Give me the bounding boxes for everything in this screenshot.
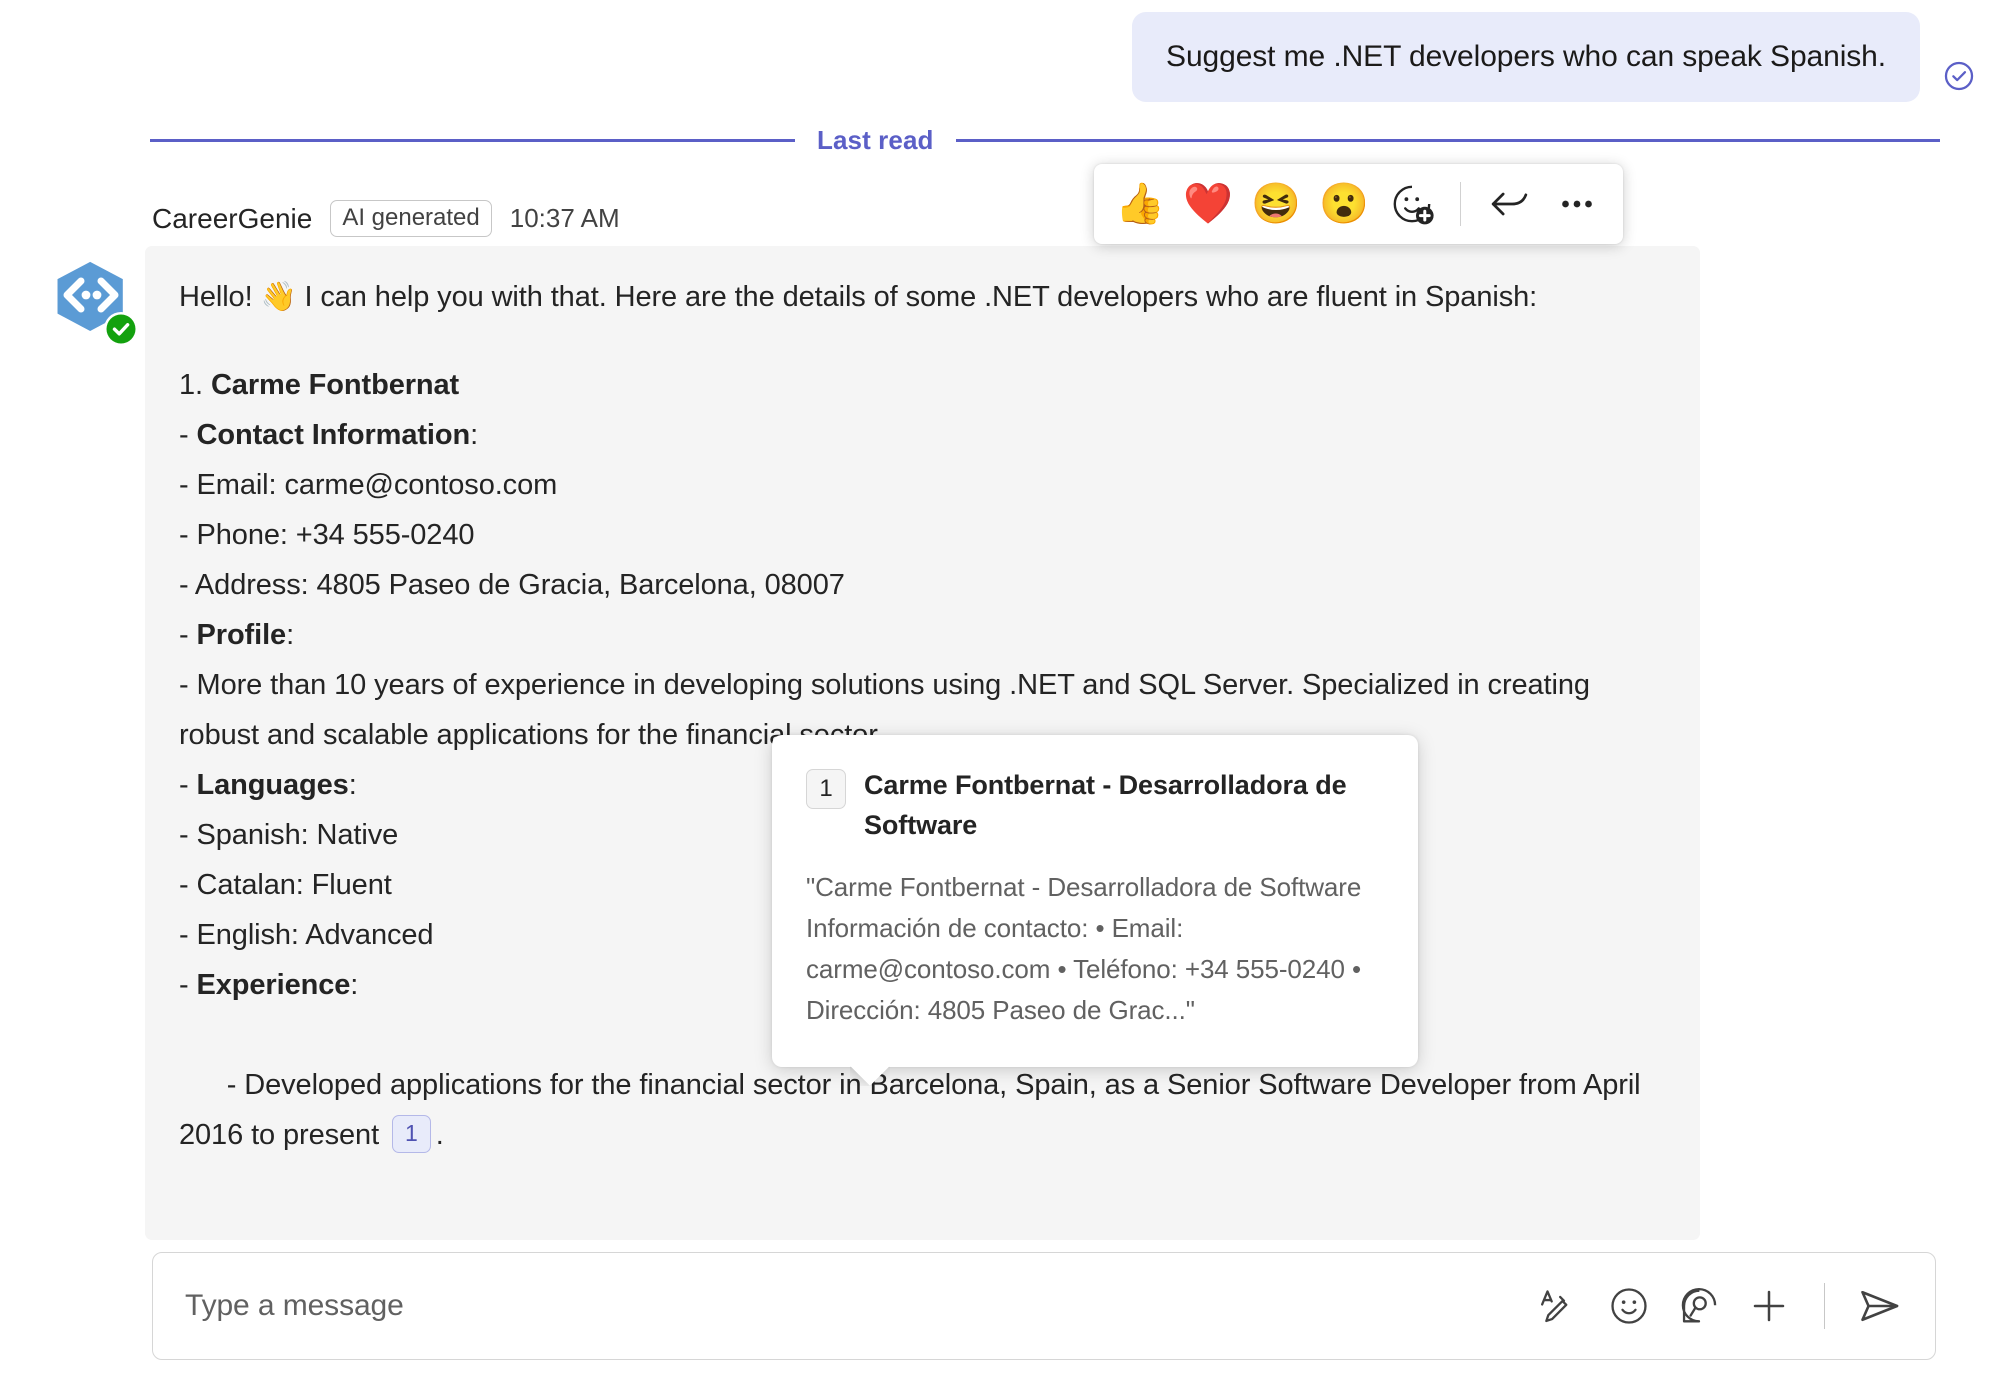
check-circle-icon xyxy=(1942,59,1976,93)
reaction-surprised-button[interactable]: 😮 xyxy=(1312,172,1376,236)
line-label: Carme Fontbernat xyxy=(210,369,460,401)
divider-rule-right xyxy=(955,139,1940,142)
reaction-heart-button[interactable]: ❤️ xyxy=(1176,172,1240,236)
line-label: Profile xyxy=(196,619,287,651)
line-prefix: - xyxy=(179,519,197,551)
bot-message-line: - Phone: +34 555-0240 xyxy=(179,510,1666,560)
message-timestamp: 10:37 AM xyxy=(509,203,620,234)
add-reaction-icon xyxy=(1393,185,1434,225)
line-value: Spanish: Native xyxy=(196,819,399,851)
praise-button[interactable] xyxy=(1668,1275,1730,1337)
citation-card-body: "Carme Fontbernat - Desarrolladora de So… xyxy=(806,872,1362,1025)
reaction-thumbs-up-button[interactable]: 👍 xyxy=(1108,172,1172,236)
line-value: Phone: +34 555-0240 xyxy=(196,519,475,551)
line-label: Experience xyxy=(196,969,351,1001)
laugh-icon: 😆 xyxy=(1251,182,1301,226)
add-reaction-button[interactable] xyxy=(1380,172,1444,236)
line-prefix: - xyxy=(179,769,197,801)
add-attachment-button[interactable] xyxy=(1738,1275,1800,1337)
message-composer[interactable] xyxy=(152,1252,1936,1360)
message-input[interactable] xyxy=(185,1289,1528,1323)
line-value: : xyxy=(470,419,479,451)
reply-arrow-icon xyxy=(1491,192,1528,216)
citation-chip-1[interactable]: 1 xyxy=(392,1115,431,1153)
surprised-icon: 😮 xyxy=(1319,182,1369,226)
citation-card-arrow xyxy=(850,1066,890,1086)
line-value: : xyxy=(350,969,359,1001)
reply-button[interactable] xyxy=(1477,172,1541,236)
send-icon xyxy=(1861,1290,1899,1322)
composer-toolbar xyxy=(1528,1275,1911,1337)
line-label: Contact Information xyxy=(196,419,471,451)
line-prefix: - xyxy=(179,869,197,901)
last-read-label: Last read xyxy=(817,125,934,155)
user-message-bubble[interactable]: Suggest me .NET developers who can speak… xyxy=(1132,12,1920,102)
bot-message-line: - Profile: xyxy=(179,610,1666,660)
line-value: Address: 4805 Paseo de Gracia, Barcelona… xyxy=(194,569,845,601)
line-prefix: - xyxy=(179,469,197,501)
format-text-button[interactable] xyxy=(1528,1275,1590,1337)
teams-chat-window: Suggest me .NET developers who can speak… xyxy=(0,0,1992,1386)
final-line-period: . xyxy=(435,1119,444,1151)
line-prefix: 1. xyxy=(179,369,211,401)
line-prefix: - xyxy=(179,619,197,651)
citation-card-number: 1 xyxy=(806,769,846,809)
last-read-divider: Last read xyxy=(150,125,1940,156)
line-value: : xyxy=(286,619,295,651)
bot-message-line: 1. Carme Fontbernat xyxy=(179,360,1666,410)
send-button[interactable] xyxy=(1849,1275,1911,1337)
line-label: Languages xyxy=(196,769,349,801)
user-message-row: Suggest me .NET developers who can speak… xyxy=(0,8,1992,106)
citation-card-header: 1 Carme Fontbernat - Desarrolladora de S… xyxy=(806,765,1384,845)
toolbar-divider xyxy=(1460,182,1461,226)
line-value: Catalan: Fluent xyxy=(196,869,392,901)
emoji-icon xyxy=(1611,1288,1647,1324)
line-prefix: - xyxy=(179,969,197,1001)
code-brackets-app-icon[interactable] xyxy=(48,256,140,348)
ai-generated-badge: AI generated xyxy=(330,200,492,238)
line-prefix: - xyxy=(179,669,197,701)
add-attachment-icon xyxy=(1753,1290,1785,1322)
more-options-icon xyxy=(1562,200,1592,208)
bot-message-line: - Email: carme@contoso.com xyxy=(179,460,1666,510)
sender-name[interactable]: CareerGenie xyxy=(152,203,312,235)
thumbs-up-icon: 👍 xyxy=(1115,182,1165,226)
more-options-button[interactable] xyxy=(1545,172,1609,236)
line-prefix: - xyxy=(179,819,197,851)
bot-message-line: - Address: 4805 Paseo de Gracia, Barcelo… xyxy=(179,560,1666,610)
line-value: : xyxy=(348,769,357,801)
citation-card-title: Carme Fontbernat - Desarrolladora de Sof… xyxy=(864,770,1347,840)
format-text-icon xyxy=(1540,1290,1568,1323)
message-actions-toolbar: 👍 ❤️ 😆 😮 xyxy=(1094,164,1623,244)
line-prefix: - xyxy=(179,919,197,951)
citation-hover-card[interactable]: 1 Carme Fontbernat - Desarrolladora de S… xyxy=(772,735,1418,1067)
composer-divider xyxy=(1824,1283,1825,1329)
line-value: Email: carme@contoso.com xyxy=(196,469,558,501)
line-prefix: - xyxy=(179,569,195,601)
bot-message-line: - Contact Information: xyxy=(179,410,1666,460)
praise-icon xyxy=(1681,1288,1717,1323)
line-prefix: - xyxy=(179,419,197,451)
line-value: English: Advanced xyxy=(196,919,434,951)
reaction-laugh-button[interactable]: 😆 xyxy=(1244,172,1308,236)
divider-rule-left xyxy=(150,139,795,142)
heart-icon: ❤️ xyxy=(1183,182,1233,226)
emoji-button[interactable] xyxy=(1598,1275,1660,1337)
bot-message-header: CareerGenie AI generated 10:37 AM xyxy=(152,200,620,238)
bot-message-intro: Hello! 👋 I can help you with that. Here … xyxy=(179,281,1538,313)
